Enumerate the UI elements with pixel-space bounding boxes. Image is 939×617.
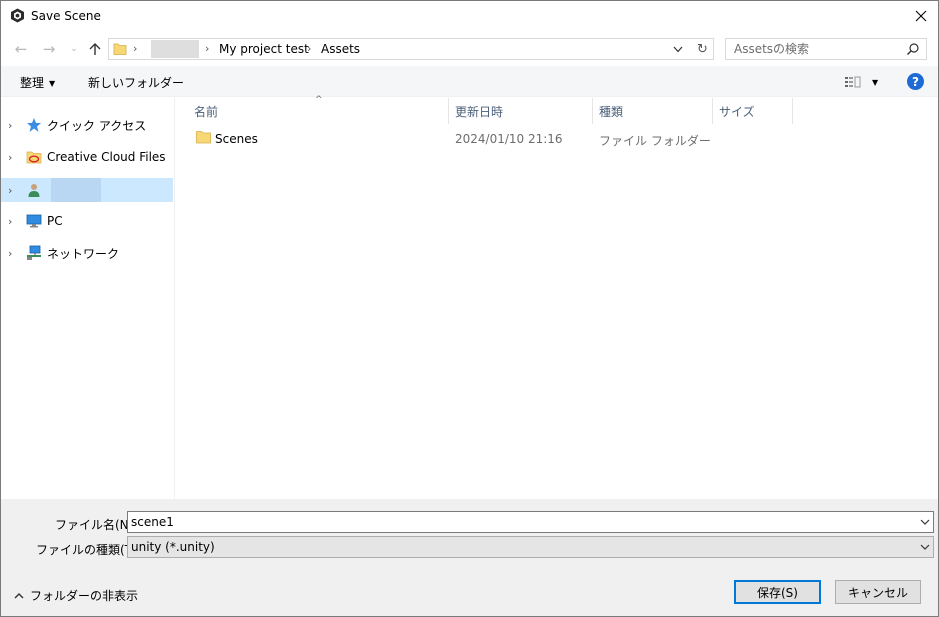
breadcrumb-item[interactable]: Assets [321,42,360,56]
chevron-right-icon: › [8,118,13,132]
breadcrumb-separator-icon: › [205,42,210,55]
help-button[interactable]: ? [907,73,924,90]
sidebar-item-user[interactable]: › [1,178,173,202]
organize-button[interactable]: 整理 ▼ [20,74,55,91]
title-bar: Save Scene [1,1,938,32]
filetype-value: unity (*.unity) [131,540,215,554]
forward-button[interactable]: → [39,39,59,59]
unity-app-icon [11,8,24,23]
chevron-right-icon: › [8,150,13,164]
new-folder-button[interactable]: 新しいフォルダー [88,74,184,91]
arrow-right-icon: → [42,40,56,58]
caret-down-icon: ▼ [49,79,56,88]
close-icon [915,10,927,22]
sidebar-item-label: PC [47,214,63,228]
hide-folders-label: フォルダーの非表示 [30,589,139,603]
organize-label: 整理 [20,76,45,90]
search-icon[interactable] [906,42,920,56]
change-view-button[interactable]: ▼ [844,74,880,90]
pc-monitor-icon [26,214,42,228]
column-header-size[interactable]: サイズ [719,103,755,120]
breadcrumb-item[interactable]: My project test [219,42,309,56]
save-button[interactable]: 保存(S) [734,580,821,604]
quick-access-star-icon [27,118,41,132]
creative-cloud-folder-icon [26,151,42,164]
file-type: ファイル フォルダー [599,134,711,148]
file-row[interactable]: Scenes 2024/01/10 21:16 ファイル フォルダー [176,127,716,149]
filetype-select[interactable]: unity (*.unity) [127,536,934,558]
address-history-button[interactable] [667,38,689,60]
user-icon [28,184,40,197]
column-header-type[interactable]: 種類 [599,103,623,120]
file-modified: 2024/01/10 21:16 [455,132,563,146]
view-list-icon [845,76,861,88]
save-options-pane: ファイル名(N): scene1 ファイルの種類(T): unity (*.un… [1,499,938,616]
chevron-right-icon: › [8,246,13,260]
sidebar-item-creative-cloud[interactable]: › Creative Cloud Files [1,145,173,169]
filetype-label: ファイルの種類(T): [36,543,141,557]
search-box [725,38,927,60]
redacted-breadcrumb [151,40,199,58]
filename-label: ファイル名(N): [55,518,138,532]
navigation-bar: ← → ⌄ › › My project test › Assets ↻ [1,32,938,66]
arrow-left-icon: ← [14,40,28,58]
column-divider[interactable] [592,98,593,124]
folder-icon [196,131,211,144]
file-name: Scenes [215,132,258,146]
back-button[interactable]: ← [11,39,31,59]
search-input[interactable] [726,39,906,59]
sidebar-item-label: クイック アクセス [47,118,147,133]
breadcrumb-separator-icon: › [133,42,138,55]
hide-folders-button[interactable]: フォルダーの非表示 [14,587,138,604]
arrow-up-icon [89,43,101,55]
column-divider[interactable] [712,98,713,124]
network-icon [27,245,41,260]
chevron-down-icon [920,544,930,550]
command-bar: 整理 ▼ 新しいフォルダー ▼ ? [1,66,938,97]
filename-input[interactable]: scene1 [127,511,934,533]
close-button[interactable] [904,1,938,31]
redacted-user-name [51,178,101,202]
column-divider[interactable] [792,98,793,124]
window-title: Save Scene [31,9,101,23]
refresh-button[interactable]: ↻ [692,38,714,60]
folder-icon [113,43,127,55]
sidebar-item-network[interactable]: › ネットワーク [1,241,173,265]
sidebar-item-quick-access[interactable]: › クイック アクセス [1,113,173,137]
chevron-right-icon: › [8,214,13,228]
sidebar-item-pc[interactable]: › PC [1,209,173,233]
save-dialog: Save Scene ← → ⌄ › › My project test › A… [0,0,939,617]
sidebar-item-label: ネットワーク [47,246,120,261]
chevron-up-icon [14,592,24,598]
cancel-button[interactable]: キャンセル [835,580,921,604]
column-divider[interactable] [448,98,449,124]
chevron-right-icon: › [8,183,13,197]
column-header-modified[interactable]: 更新日時 [455,103,503,120]
chevron-down-icon [673,46,683,52]
file-list: ^ 名前 更新日時 種類 サイズ Scenes 2024/01/10 21:16… [176,95,938,499]
column-header-name[interactable]: 名前 [194,103,218,120]
refresh-icon: ↻ [697,41,708,57]
chevron-down-icon[interactable] [920,517,930,527]
filename-value: scene1 [131,515,174,529]
breadcrumb-separator-icon: › [307,42,312,55]
up-button[interactable] [85,39,105,59]
chevron-down-icon: ⌄ [70,44,78,54]
recent-locations-button[interactable]: ⌄ [64,39,84,59]
caret-down-icon: ▼ [872,77,879,87]
address-bar[interactable]: › › My project test › Assets [108,38,714,60]
navigation-pane: › クイック アクセス › Creative Cloud Files › › P… [1,98,175,499]
sort-ascending-icon: ^ [315,95,323,105]
sidebar-item-label: Creative Cloud Files [47,150,166,164]
